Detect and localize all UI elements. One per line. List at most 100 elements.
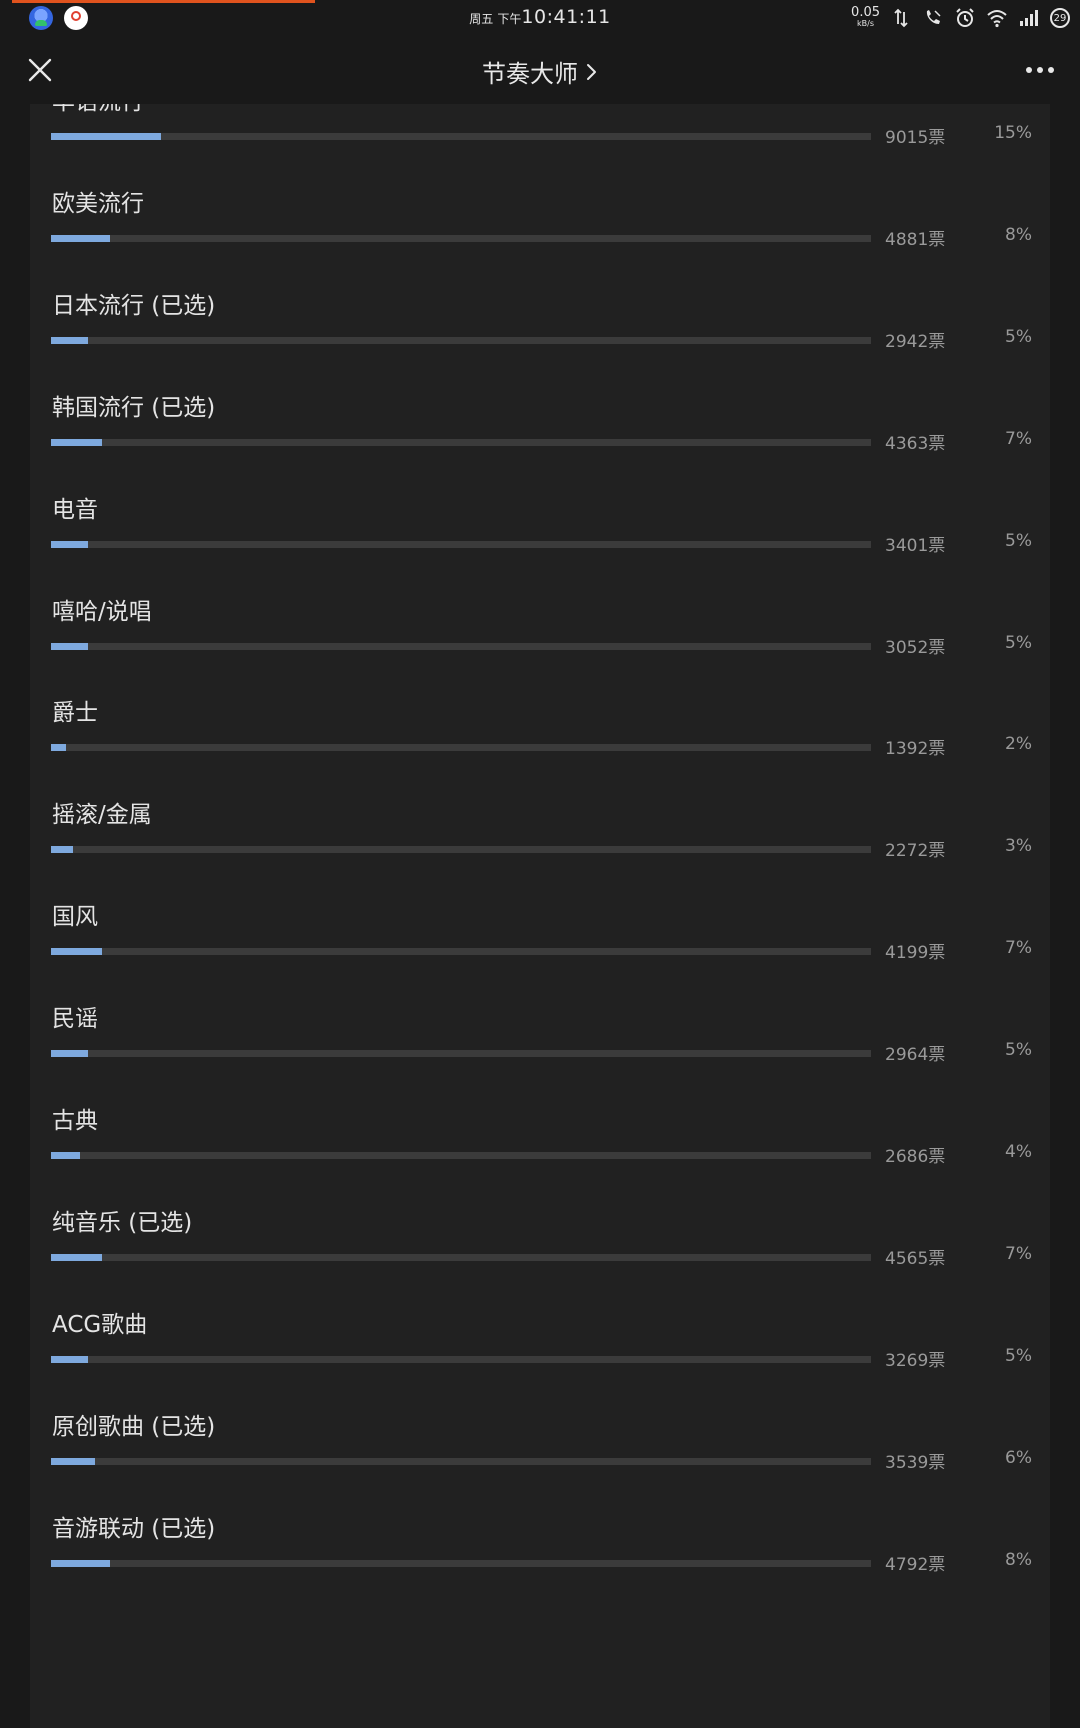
poll-option-bar-track [51,540,871,548]
poll-option-percent: 5% [1005,632,1032,653]
poll-option-label: 电音 [52,496,98,523]
chevron-right-icon [587,63,596,80]
poll-option: 华语流行9015票15% [30,104,1050,194]
poll-option-bar-fill [51,133,161,140]
more-button[interactable] [1022,60,1058,80]
page-title-link[interactable]: 节奏大师 [482,54,598,89]
poll-option-bar-track [51,1152,871,1159]
screen: 周五 下午10:41:11 0.05 kB/s 29 节奏大师 9015票 15… [0,0,1080,1728]
poll-option-bar-fill [51,1253,102,1261]
status-weekday: 周五 [469,12,494,26]
poll-option-bar-track [51,846,871,854]
poll-option-bar-track [51,744,871,752]
poll-option-label: 爵士 [52,700,98,727]
status-icons: 0.05 kB/s 29 [851,4,1070,32]
poll-option-percent: 15% [994,123,1032,143]
poll-option-label: 原创歌曲 (已选) [52,1413,216,1440]
poll-option: 欧美流行 4881票 8% [30,184,1050,296]
signal-icon [1018,7,1040,29]
call-icon [922,7,944,29]
poll-option: ACG歌曲 3269票 5% [30,1305,1050,1417]
poll-option: 古典 2686票 4% [30,1101,1050,1213]
poll-option-label: 纯音乐 (已选) [52,1209,193,1236]
poll-option-bar-fill [51,1457,95,1465]
poll-option: 电音 3401票 5% [30,490,1050,602]
poll-option-bar-track [51,234,871,242]
wifi-icon [986,7,1008,29]
poll-option-bar-fill [51,744,66,752]
poll-option-bar-fill [51,540,88,548]
status-bar: 周五 下午10:41:11 0.05 kB/s 29 [0,0,1080,36]
poll-option-percent: 7% [1005,1243,1032,1264]
poll-option-bar-fill [51,846,73,854]
poll-option-bar-track [51,336,871,344]
poll-option-label: 音游联动 (已选) [52,1515,216,1542]
poll-option-label: 欧美流行 [52,190,144,217]
poll-option-bar-track [51,1559,871,1567]
more-icon-dot [1037,67,1043,73]
poll-option-percent: 3% [1005,836,1032,857]
page-load-progress [12,0,315,3]
poll-option-label: 嘻哈/说唱 [52,598,152,625]
poll-option-bar-fill [51,1152,80,1159]
poll-option: 韩国流行 (已选) 4363票 7% [30,388,1050,500]
poll-option-label: 华语流行 [52,104,144,116]
poll-option-bar-fill [51,1355,88,1363]
more-icon-dot [1048,67,1054,73]
poll-option-percent: 7% [1005,428,1032,449]
poll-option-bar-track [51,1355,871,1363]
poll-option-label: ACG歌曲 [52,1311,148,1338]
battery-level: 29 [1053,12,1067,24]
poll-option: 爵士 1392票 2% [30,693,1050,805]
poll-option-label: 日本流行 (已选) [52,292,216,319]
poll-option: 摇滚/金属 2272票 3% [30,795,1050,907]
poll-option-bar-track [51,948,871,956]
top-bar: 节奏大师 [0,36,1080,104]
poll-option-bar-fill [51,438,102,446]
poll-option-bar-fill [51,234,110,242]
poll-option-percent: 5% [1005,326,1032,347]
poll-option-percent: 5% [1005,530,1032,551]
status-time: 10:41:11 [521,6,611,28]
page-title-area: 节奏大师 [0,54,1080,89]
alarm-icon [954,7,976,29]
page-title: 节奏大师 [482,60,578,88]
more-icon-dot [1026,67,1032,73]
poll-option: 日本流行 (已选) 2942票 5% [30,286,1050,398]
battery-icon: 29 [1050,8,1070,28]
poll-option: 民谣 2964票 5% [30,999,1050,1111]
poll-option-label: 民谣 [52,1006,98,1033]
poll-option-percent: 8% [1005,1549,1032,1570]
status-ampm: 下午 [497,12,522,26]
data-arrows-icon [890,7,912,29]
poll-results: 华语流行9015票15%欧美流行4881票8%日本流行 (已选)2942票5%韩… [30,104,1050,1728]
poll-option-bar-fill [51,336,88,344]
poll-option-bar-fill [51,642,88,650]
poll-option-percent: 5% [1005,1345,1032,1366]
poll-option-bar-track [51,133,871,140]
poll-option-label: 国风 [52,904,98,931]
poll-option-percent: 5% [1005,1040,1032,1061]
poll-option-bar-fill [51,948,102,956]
poll-option-bar-track [51,642,871,650]
poll-option: 嘻哈/说唱 3052票 5% [30,592,1050,704]
poll-option-label: 韩国流行 (已选) [52,394,216,421]
poll-option-percent: 7% [1005,938,1032,959]
poll-option: 纯音乐 (已选) 4565票 7% [30,1203,1050,1315]
poll-option-bar-fill [51,1050,88,1058]
poll-option-percent: 2% [1005,734,1032,755]
poll-option-percent: 4% [1005,1142,1032,1162]
poll-option: 音游联动 (已选) 4792票 8% [30,1509,1050,1621]
poll-option-percent: 6% [1005,1447,1032,1468]
poll-option-bar-track [51,1457,871,1465]
poll-option-label: 古典 [52,1108,98,1134]
poll-option: 国风 4199票 7% [30,897,1050,1009]
network-speed: 0.05 kB/s [851,6,880,29]
poll-option: 原创歌曲 (已选) 3539票 6% [30,1407,1050,1519]
poll-option-label: 摇滚/金属 [52,802,152,829]
poll-option-bar-track [51,1050,871,1058]
poll-option-bar-track [51,438,871,446]
poll-option-bar-fill [51,1559,110,1567]
poll-option-bar-track [51,1253,871,1261]
poll-option-percent: 8% [1005,224,1032,245]
